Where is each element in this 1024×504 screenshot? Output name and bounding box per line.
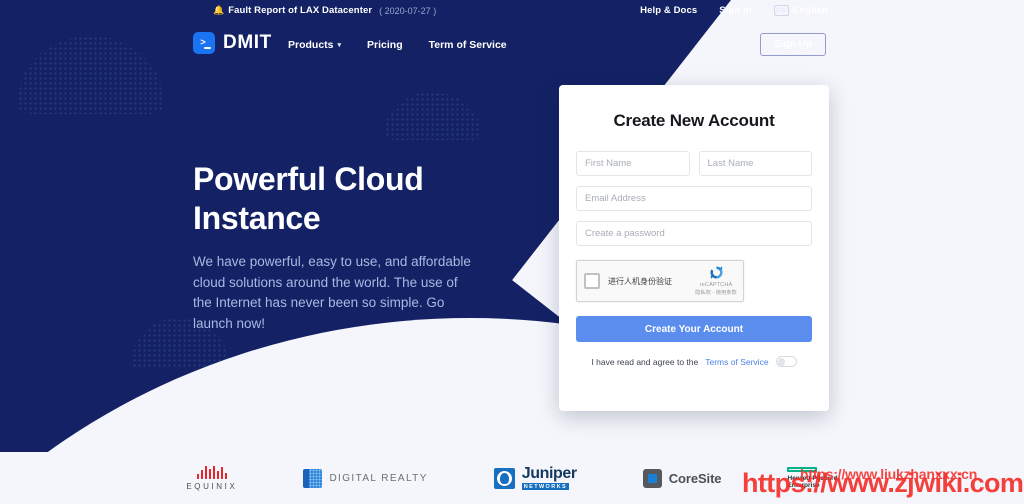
announcement-date: ( 2020-07-27 ) bbox=[379, 5, 437, 16]
announcement-message[interactable]: 🔔 Fault Report of LAX Datacenter ( 2020-… bbox=[213, 5, 436, 16]
hero-background bbox=[0, 0, 1024, 452]
terms-of-service-link[interactable]: Terms of Service bbox=[705, 357, 768, 367]
terminal-prompt-icon: > bbox=[193, 32, 215, 54]
nav-item-label: Products bbox=[288, 39, 334, 51]
language-selector[interactable]: AB English bbox=[773, 5, 828, 16]
terms-agreement-toggle[interactable] bbox=[775, 356, 797, 367]
bell-icon: 🔔 bbox=[213, 5, 225, 15]
partner-logo-label: EQUINIX bbox=[186, 481, 238, 491]
main-navbar: > DMIT Products ▾ Pricing Term of Servic… bbox=[0, 28, 1024, 64]
page-root: 🔔 Fault Report of LAX Datacenter ( 2020-… bbox=[0, 0, 1024, 504]
card-title: Create New Account bbox=[613, 111, 775, 130]
partner-logo-label: DIGITAL REALTY bbox=[329, 472, 428, 484]
partner-logo-hewlett-packard-enterprise: Hewlett Packard Enterprise bbox=[787, 466, 838, 490]
language-icon: AB bbox=[773, 5, 789, 16]
digital-realty-icon bbox=[303, 468, 323, 488]
partner-logo-digital-realty: DIGITAL REALTY bbox=[303, 468, 428, 488]
partner-logos: EQUINIX DIGITAL REALTY Juniper NETWORKS … bbox=[0, 452, 1024, 504]
partner-logo-label: Hewlett Packard bbox=[787, 474, 838, 482]
partner-logo-label: CoreSite bbox=[668, 470, 722, 486]
announcement-title: Fault Report of LAX Datacenter bbox=[228, 5, 373, 16]
top-utility-links: Help & Docs Sign In AB English bbox=[640, 5, 828, 16]
equinix-icon bbox=[186, 465, 237, 479]
decorative-dot-blob bbox=[385, 92, 480, 140]
nav-item-term-of-service[interactable]: Term of Service bbox=[429, 39, 507, 51]
partner-logo-juniper-networks: Juniper NETWORKS bbox=[493, 465, 577, 490]
create-account-card: Create New Account 进行人机身份验证 bbox=[559, 85, 829, 411]
brand-logo[interactable]: > DMIT bbox=[193, 32, 272, 54]
recaptcha-widget[interactable]: 进行人机身份验证 reCAPTCHA 隐私权 - 使用条款 bbox=[576, 260, 744, 302]
hero-copy: Powerful Cloud Instance We have powerful… bbox=[193, 160, 473, 334]
partner-logo-sublabel: Enterprise bbox=[787, 482, 820, 489]
sign-in-link[interactable]: Sign In bbox=[719, 5, 751, 16]
recaptcha-brand-text: reCAPTCHA bbox=[699, 282, 733, 288]
recaptcha-terms-text: 隐私权 - 使用条款 bbox=[695, 290, 737, 297]
partner-logo-sublabel: NETWORKS bbox=[521, 483, 570, 490]
coresite-icon bbox=[642, 468, 662, 488]
terms-agreement-text: I have read and agree to the bbox=[591, 356, 699, 367]
hpe-icon bbox=[787, 466, 818, 472]
nav-item-label: Pricing bbox=[367, 39, 403, 51]
password-input[interactable] bbox=[576, 221, 812, 246]
announcement-bar: 🔔 Fault Report of LAX Datacenter ( 2020-… bbox=[0, 0, 1024, 26]
recaptcha-branding: reCAPTCHA 隐私权 - 使用条款 bbox=[694, 264, 738, 296]
create-account-button[interactable]: Create Your Account bbox=[576, 316, 812, 342]
name-fields-row bbox=[576, 151, 812, 176]
recaptcha-icon bbox=[708, 264, 725, 281]
juniper-icon bbox=[493, 467, 515, 489]
nav-item-label: Term of Service bbox=[428, 39, 507, 51]
nav-item-pricing[interactable]: Pricing bbox=[367, 39, 403, 51]
sign-up-button[interactable]: Sign Up bbox=[760, 33, 826, 56]
nav-links: Products ▾ Pricing Term of Service bbox=[288, 39, 507, 51]
partner-logo-equinix: EQUINIX bbox=[186, 465, 238, 491]
language-label: English bbox=[792, 5, 828, 16]
email-input[interactable] bbox=[576, 186, 812, 211]
hero-title-line-1: Powerful Cloud bbox=[193, 161, 424, 197]
chevron-down-icon: ▾ bbox=[337, 42, 342, 49]
recaptcha-label: 进行人机身份验证 bbox=[608, 276, 672, 286]
page-title: Powerful Cloud Instance bbox=[193, 160, 473, 238]
hero-title-line-2: Instance bbox=[193, 200, 321, 237]
brand-name: DMIT bbox=[223, 32, 272, 53]
recaptcha-checkbox[interactable] bbox=[584, 273, 600, 289]
terms-agreement-row: I have read and agree to the Terms of Se… bbox=[576, 356, 812, 367]
partner-logo-coresite: CoreSite bbox=[642, 468, 722, 488]
first-name-input[interactable] bbox=[576, 151, 690, 176]
hero-subtitle: We have powerful, easy to use, and affor… bbox=[193, 254, 471, 331]
partner-logo-label: Juniper bbox=[521, 465, 577, 482]
toggle-knob bbox=[777, 358, 786, 366]
last-name-input[interactable] bbox=[698, 151, 812, 176]
help-and-docs-link[interactable]: Help & Docs bbox=[640, 5, 697, 16]
nav-item-products[interactable]: Products ▾ bbox=[288, 39, 341, 51]
